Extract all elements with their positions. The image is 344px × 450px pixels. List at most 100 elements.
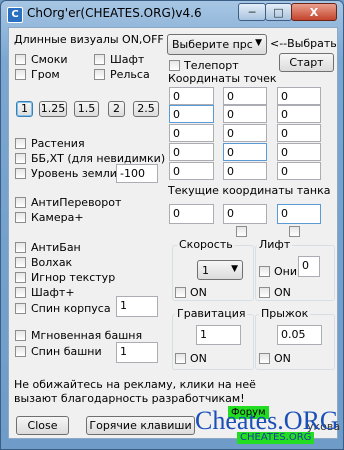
freeze-z-checkbox[interactable] [289, 226, 300, 237]
ground-level-input[interactable]: -100 [116, 164, 158, 183]
lift-on-checkbox[interactable] [259, 287, 270, 298]
chevron-down-icon: ▼ [231, 264, 238, 274]
title-bar[interactable]: C ChOrg'er(CHEATES.ORG)v4.6 ─ □ X [1, 1, 343, 27]
coord-input[interactable]: 0 [223, 124, 267, 142]
hotkeys-button[interactable]: Горячие клавиши [86, 416, 195, 435]
volhak-label: Волхак [31, 256, 73, 269]
instant-turret-checkbox[interactable] [15, 330, 26, 341]
select-hint: <--Выбрать [270, 37, 337, 50]
visuals-header: Длинные визуалы ON,OFF [14, 33, 164, 46]
anti-flip-label: АнтиПереворот [31, 196, 122, 209]
coord-input[interactable]: 0 [169, 143, 214, 161]
antiban-label: АнтиБан [31, 241, 81, 254]
coord-input[interactable]: 0 [169, 124, 214, 142]
lift-input[interactable]: 0 [298, 256, 320, 277]
ignore-textures-checkbox[interactable] [15, 272, 26, 283]
anti-flip-checkbox[interactable] [15, 197, 26, 208]
instant-turret-label: Мгновенная башня [31, 329, 143, 342]
lift-them-label: Они [274, 265, 297, 278]
current-coords-label: Текущие координаты танка [168, 184, 331, 197]
coord-input[interactable]: 0 [277, 143, 321, 161]
ground-level-checkbox[interactable] [15, 168, 26, 179]
freeze-y-checkbox[interactable] [236, 226, 247, 237]
coord-input[interactable]: 0 [223, 87, 267, 105]
coord-input[interactable]: 0 [169, 87, 214, 105]
coord-input[interactable]: 0 [223, 162, 267, 180]
shaft-plus-checkbox[interactable] [15, 287, 26, 298]
coord-input[interactable]: 0 [277, 124, 321, 142]
antiban-checkbox[interactable] [15, 242, 26, 253]
speed-on-checkbox[interactable] [175, 287, 186, 298]
shaft-checkbox[interactable] [94, 54, 105, 65]
coords-label: Координаты точек [168, 72, 277, 85]
jump-input[interactable]: 0.05 [277, 325, 322, 345]
minimize-button[interactable]: ─ [238, 3, 266, 21]
lift-on-label: ON [274, 286, 291, 299]
speed-select[interactable]: 1 ▼ [197, 260, 243, 280]
prs-select-value: Выберите прс [172, 38, 253, 51]
chevron-down-icon: ▼ [255, 38, 262, 48]
speed-select-value: 1 [202, 264, 209, 277]
current-z-input[interactable]: 0 [277, 204, 321, 224]
grom-label: Гром [31, 68, 60, 81]
speed-1-button[interactable]: 1 [16, 101, 33, 117]
site-watermark-sub: CHEATES.ORG [237, 432, 315, 444]
lift-group-title: Лифт [257, 238, 293, 251]
smoke-label: Смоки [31, 53, 68, 66]
plants-label: Растения [31, 137, 85, 150]
coord-input[interactable]: 0 [277, 105, 321, 123]
bb-xt-checkbox[interactable] [15, 153, 26, 164]
plants-checkbox[interactable] [15, 138, 26, 149]
footer-note-line1: Не обижайтесь на рекламу, клики на неё [14, 378, 256, 391]
hull-spin-input[interactable]: 1 [116, 296, 158, 317]
gravity-input[interactable]: 1 [196, 325, 241, 345]
coord-input[interactable]: 0 [169, 162, 214, 180]
client-area: Длинные визуалы ON,OFF Смоки Шафт Гром Р… [8, 27, 340, 444]
coord-input[interactable]: 0 [169, 105, 214, 123]
window-title: ChOrg'er(CHEATES.ORG)v4.6 [27, 6, 202, 20]
speed-2-5-button[interactable]: 2.5 [133, 101, 159, 117]
camera-checkbox[interactable] [15, 212, 26, 223]
jump-on-label: ON [274, 352, 291, 365]
coord-input[interactable]: 0 [277, 162, 321, 180]
turret-spin-input[interactable]: 1 [116, 342, 158, 363]
hull-spin-checkbox[interactable] [15, 303, 26, 314]
coord-input[interactable]: 0 [223, 105, 267, 123]
teleport-label: Телепорт [184, 59, 239, 72]
speed-1-5-button[interactable]: 1.5 [74, 101, 99, 117]
volhak-checkbox[interactable] [15, 257, 26, 268]
start-button[interactable]: Старт [279, 53, 334, 72]
turret-spin-label: Спин башни [31, 345, 102, 358]
gravity-group-title: Гравитация [175, 307, 248, 320]
gravity-on-checkbox[interactable] [175, 353, 186, 364]
close-button[interactable]: Close [16, 416, 69, 435]
teleport-checkbox[interactable] [169, 60, 180, 71]
footer-note-line2: вызают благодарность разработчикам! [14, 392, 245, 405]
current-y-input[interactable]: 0 [223, 204, 267, 224]
ground-level-label: Уровень земли [31, 167, 117, 180]
maximize-button[interactable]: □ [265, 3, 292, 21]
turret-spin-checkbox[interactable] [15, 346, 26, 357]
grom-checkbox[interactable] [15, 69, 26, 80]
ignore-textures-label: Игнор текстур [31, 271, 116, 284]
current-x-input[interactable]: 0 [169, 204, 214, 224]
shaft-plus-label: Шафт+ [31, 286, 75, 299]
hull-spin-label: Спин корпуса [31, 302, 111, 315]
speed-on-label: ON [190, 286, 207, 299]
lift-them-checkbox[interactable] [259, 266, 270, 277]
smoke-checkbox[interactable] [15, 54, 26, 65]
coord-input[interactable]: 0 [277, 87, 321, 105]
main-window: C ChOrg'er(CHEATES.ORG)v4.6 ─ □ X Длинны… [0, 0, 344, 450]
gravity-on-label: ON [190, 352, 207, 365]
jump-on-checkbox[interactable] [259, 353, 270, 364]
close-window-button[interactable]: X [291, 3, 337, 21]
coord-input[interactable]: 0 [223, 143, 267, 161]
prs-select[interactable]: Выберите прс ▼ [167, 34, 267, 55]
rails-label: Рельса [110, 68, 150, 81]
jump-group-title: Прыжок [259, 307, 311, 320]
app-icon: C [7, 7, 23, 23]
speed-group-title: Скорость [177, 238, 235, 251]
rails-checkbox[interactable] [94, 69, 105, 80]
speed-2-button[interactable]: 2 [108, 101, 125, 117]
speed-1-25-button[interactable]: 1.25 [39, 101, 67, 117]
